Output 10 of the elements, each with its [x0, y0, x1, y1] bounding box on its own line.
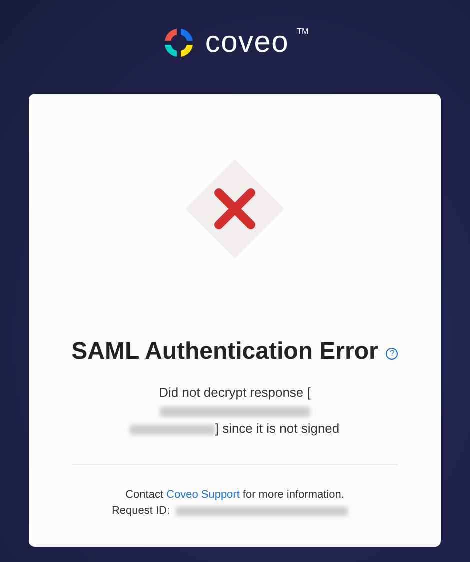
support-link[interactable]: Coveo Support	[166, 487, 240, 503]
help-icon[interactable]: ?	[386, 348, 398, 360]
error-title: SAML Authentication Error	[72, 337, 378, 367]
trademark: TM	[297, 26, 309, 38]
contact-text: for more information.	[242, 488, 344, 503]
contact-text: Contact	[126, 488, 164, 503]
error-message: ] since it is not signed	[215, 421, 340, 436]
request-id-label: Request ID:	[112, 504, 170, 519]
logo-wordmark: coveo	[205, 28, 290, 58]
error-message: Did not decrypt response [	[159, 385, 311, 400]
